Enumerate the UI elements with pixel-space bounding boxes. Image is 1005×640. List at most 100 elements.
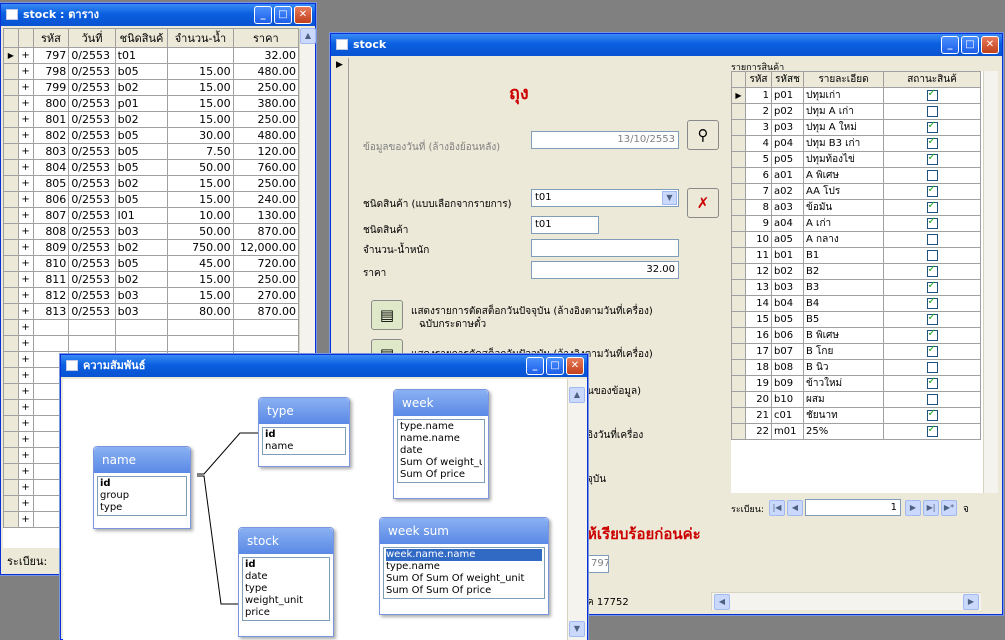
expand-plus-icon[interactable]: +: [17, 191, 34, 208]
maximize-button[interactable]: □: [546, 357, 564, 375]
product-id[interactable]: 1: [745, 87, 772, 104]
table-row[interactable]: +806 0/2553 b05 15.00 240.00: [3, 191, 299, 208]
row-selector[interactable]: [731, 151, 746, 168]
table-cell[interactable]: b03: [114, 287, 169, 304]
expand-plus-icon[interactable]: +: [17, 111, 34, 128]
minimize-button[interactable]: _: [254, 6, 272, 24]
status-checkbox[interactable]: [926, 265, 938, 277]
product-id[interactable]: 3: [745, 119, 772, 136]
product-code[interactable]: m01: [771, 423, 804, 440]
product-id[interactable]: 10: [745, 231, 772, 248]
field-item[interactable]: id: [265, 429, 343, 441]
table-cell[interactable]: 15.00: [167, 287, 234, 304]
table-cell[interactable]: 801: [32, 111, 70, 128]
form-horizontal-scrollbar[interactable]: ◀ ▶: [711, 592, 981, 610]
table-cell[interactable]: 807: [32, 207, 70, 224]
table-row[interactable]: +809 0/2553 b02 750.00 12,000.00: [3, 239, 299, 256]
table-row[interactable]: +807 0/2553 l01 10.00 130.00: [3, 207, 299, 224]
table-box-title[interactable]: week: [394, 390, 488, 416]
product-id[interactable]: 5: [745, 151, 772, 168]
expand-plus-icon[interactable]: +: [17, 95, 34, 112]
table-row[interactable]: +810 0/2553 b05 45.00 720.00: [3, 255, 299, 272]
product-detail[interactable]: B2: [803, 263, 884, 280]
stock-form-titlebar[interactable]: stock _ □ ✕: [331, 34, 1002, 56]
product-code[interactable]: b07: [771, 343, 804, 360]
product-code[interactable]: p03: [771, 119, 804, 136]
table-cell[interactable]: 50.00: [167, 159, 234, 176]
product-detail[interactable]: ปทุมเก่า: [803, 87, 884, 104]
table-row[interactable]: +811 0/2553 b02 15.00 250.00: [3, 271, 299, 288]
table-cell[interactable]: 760.00: [232, 159, 299, 176]
product-detail[interactable]: ปทุม A เก่า: [803, 103, 884, 120]
column-header[interactable]: ราคา: [232, 28, 299, 48]
scroll-left-button[interactable]: ◀: [714, 594, 730, 610]
row-selector[interactable]: [3, 207, 19, 224]
table-cell[interactable]: 30.00: [167, 127, 234, 144]
table-box-weeksum[interactable]: week sum week.name.name type.name Sum Of Su…: [379, 517, 549, 615]
product-code[interactable]: a03: [771, 199, 804, 216]
scroll-up-button[interactable]: ▲: [300, 28, 316, 44]
table-cell[interactable]: 809: [32, 239, 70, 256]
status-checkbox[interactable]: [926, 313, 938, 325]
table-cell[interactable]: 870.00: [232, 223, 299, 240]
table-cell[interactable]: 812: [32, 287, 70, 304]
row-selector[interactable]: [731, 279, 746, 296]
status-checkbox[interactable]: [926, 329, 938, 341]
table-cell[interactable]: 0/2553: [68, 207, 116, 224]
expand-plus-icon[interactable]: +: [17, 319, 34, 336]
product-vertical-scrollbar[interactable]: [983, 71, 998, 493]
row-selector[interactable]: [731, 375, 746, 392]
product-id[interactable]: 16: [745, 327, 772, 344]
table-cell[interactable]: 15.00: [167, 63, 234, 80]
table-cell[interactable]: b03: [114, 223, 169, 240]
minimize-button[interactable]: _: [941, 36, 959, 54]
status-checkbox[interactable]: [926, 361, 938, 373]
product-detail[interactable]: B นิว: [803, 359, 884, 376]
product-detail[interactable]: 25%: [803, 423, 884, 440]
table-box-type[interactable]: type id name: [258, 397, 350, 467]
product-code[interactable]: b04: [771, 295, 804, 312]
price-field[interactable]: 32.00: [531, 261, 679, 279]
table-cell[interactable]: 250.00: [232, 111, 299, 128]
product-code[interactable]: b01: [771, 247, 804, 264]
row-selector[interactable]: [3, 63, 19, 80]
list-item[interactable]: 8 a03 ข้อมัน: [731, 199, 981, 216]
table-cell[interactable]: 810: [32, 255, 70, 272]
table-cell[interactable]: 240.00: [232, 191, 299, 208]
table-cell[interactable]: 120.00: [232, 143, 299, 160]
table-cell[interactable]: t01: [114, 47, 169, 64]
table-cell[interactable]: b05: [114, 143, 169, 160]
list-item[interactable]: 21 c01 ชัยนาท: [731, 407, 981, 424]
product-id[interactable]: 14: [745, 295, 772, 312]
report-button[interactable]: ▤: [371, 300, 403, 330]
status-checkbox[interactable]: [926, 137, 938, 149]
table-cell[interactable]: b02: [114, 271, 169, 288]
status-checkbox[interactable]: [926, 425, 938, 437]
table-cell[interactable]: b05: [114, 63, 169, 80]
product-code[interactable]: a01: [771, 167, 804, 184]
table-cell[interactable]: 15.00: [167, 175, 234, 192]
table-cell[interactable]: 802: [32, 127, 70, 144]
row-selector[interactable]: [3, 271, 19, 288]
list-item[interactable]: 19 b09 ข้าวใหม่: [731, 375, 981, 392]
table-cell[interactable]: b02: [114, 175, 169, 192]
date-field[interactable]: 13/10/2553: [531, 131, 679, 149]
product-id[interactable]: 8: [745, 199, 772, 216]
status-checkbox[interactable]: [926, 249, 938, 261]
product-detail[interactable]: B พิเศษ: [803, 327, 884, 344]
table-cell[interactable]: 250.00: [232, 79, 299, 96]
type-field[interactable]: t01: [531, 216, 599, 234]
table-cell[interactable]: 0/2553: [68, 239, 116, 256]
expand-plus-icon[interactable]: +: [17, 207, 34, 224]
field-item[interactable]: week.name.name: [386, 549, 542, 561]
scroll-up-button[interactable]: ▲: [569, 387, 585, 403]
expand-plus-icon[interactable]: +: [17, 351, 34, 368]
table-cell[interactable]: 0/2553: [68, 111, 116, 128]
product-id[interactable]: 21: [745, 407, 772, 424]
list-item[interactable]: 14 b04 B4: [731, 295, 981, 312]
stock-table-titlebar[interactable]: stock : ตาราง _ □ ✕: [1, 4, 315, 26]
table-cell[interactable]: 50.00: [167, 223, 234, 240]
table-cell[interactable]: 270.00: [232, 287, 299, 304]
product-id[interactable]: 18: [745, 359, 772, 376]
table-box-title[interactable]: type: [259, 398, 349, 424]
